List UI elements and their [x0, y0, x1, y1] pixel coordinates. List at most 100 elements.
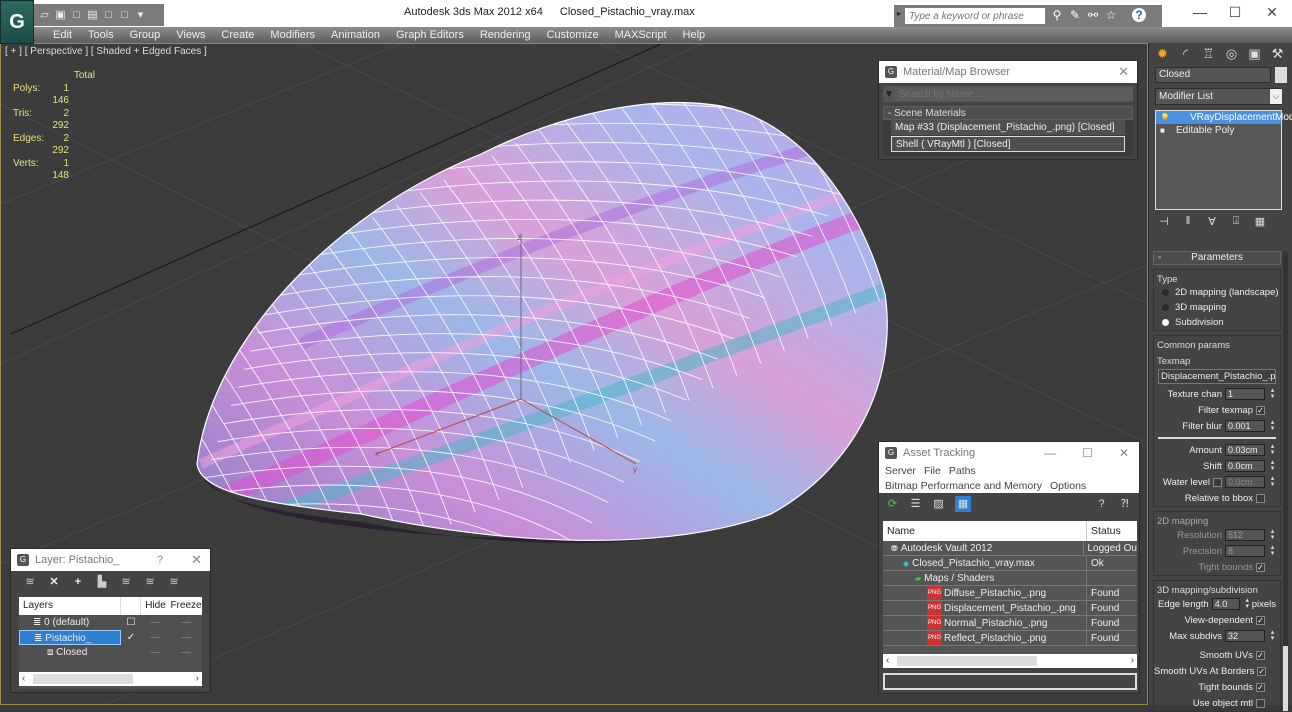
modify-tab-icon[interactable]: ◜ [1175, 45, 1196, 63]
precision-input[interactable]: 8 [1225, 545, 1265, 557]
object-name-field[interactable]: Closed [1155, 67, 1271, 83]
help-icon[interactable]: ? [1095, 498, 1108, 511]
close-icon[interactable]: ✕ [191, 552, 202, 568]
new-layer-icon[interactable]: ≋ [23, 575, 37, 589]
tight-bounds-3d-checkbox[interactable] [1256, 682, 1265, 692]
spinner[interactable]: ▴ ▾ [1269, 475, 1276, 488]
material-item[interactable]: Shell ( VRayMtl ) [Closed] [891, 136, 1125, 152]
layer-dialog-header[interactable]: G Layer: Pistachio_ ? ✕ [11, 549, 210, 571]
asset-row[interactable]: ⛃ Autodesk Vault 2012 Logged Ou [883, 541, 1137, 556]
hierarchy-tab-icon[interactable]: ♖ [1198, 45, 1219, 63]
add-to-layer-icon[interactable]: + [71, 575, 85, 589]
open-icon[interactable]: ▱ [38, 9, 51, 22]
display-tab-icon[interactable]: ▣ [1244, 45, 1265, 63]
menu-edit[interactable]: Edit [45, 27, 80, 43]
asset-row[interactable]: PNG Normal_Pistachio_.png Found [883, 616, 1137, 631]
radio-3d-mapping[interactable]: 3D mapping [1154, 300, 1280, 315]
chevron-down-icon[interactable]: ⌵ [1270, 89, 1282, 104]
stack-item[interactable]: 💡 VRayDisplacementMod [1156, 111, 1292, 124]
refresh-icon[interactable]: ⟳ [886, 498, 899, 511]
use-object-mtl-checkbox[interactable] [1256, 698, 1265, 708]
spinner[interactable]: ▴ ▾ [1269, 419, 1276, 432]
hide-toggle[interactable]: ― [141, 645, 170, 660]
highlight-layer-icon[interactable]: ≋ [119, 575, 133, 589]
close-button[interactable]: ✕ [1257, 4, 1287, 22]
shift-input[interactable]: 0.0cm [1225, 460, 1265, 472]
configure-sets-icon[interactable]: ▦ [1253, 215, 1267, 229]
pin-stack-icon[interactable]: ⊣ [1157, 215, 1171, 229]
layer-name-cell[interactable]: ⧈ Closed [19, 645, 121, 660]
remove-modifier-icon[interactable]: ⍗ [1229, 215, 1243, 229]
spinner[interactable]: ▴ ▾ [1269, 544, 1276, 557]
app-logo-button[interactable]: G [0, 0, 34, 44]
smooth-uvs-checkbox[interactable] [1256, 650, 1265, 660]
options-triangle-icon[interactable]: ▼ [883, 89, 895, 100]
new-icon[interactable]: □ [70, 9, 83, 22]
scrollbar-thumb[interactable] [33, 674, 133, 684]
maximize-button[interactable]: ☐ [1082, 446, 1093, 460]
spinner[interactable]: ▴ ▾ [1269, 443, 1276, 456]
water-level-checkbox[interactable] [1213, 477, 1222, 487]
texmap-button[interactable]: Displacement_Pistachio_.png) [1158, 369, 1276, 384]
asset-row[interactable]: ◆ Closed_Pistachio_vray.max Ok [883, 556, 1137, 571]
help-button[interactable]: ? [157, 554, 163, 566]
menu-bitmap-performance[interactable]: Bitmap Performance and Memory [885, 479, 1042, 494]
stack-item[interactable]: ■ Editable Poly [1156, 124, 1281, 137]
freeze-toggle[interactable]: ― [170, 645, 202, 660]
material-browser-header[interactable]: G Material/Map Browser ✕ [879, 61, 1137, 83]
hide-toggle[interactable]: ― [141, 615, 170, 630]
freeze-all-icon[interactable]: ≋ [167, 575, 181, 589]
texture-chan-input[interactable]: 1 [1225, 388, 1265, 400]
help-icon[interactable]: ? [1132, 8, 1146, 22]
minimize-button[interactable]: — [1044, 446, 1056, 460]
scroll-right-icon[interactable]: › [196, 672, 199, 686]
thumbnail-view-icon[interactable]: ▨ [932, 498, 945, 511]
column-name[interactable]: Name [883, 521, 1087, 541]
window-icon[interactable]: □ [102, 9, 115, 22]
command-panel-scrollbar[interactable] [1283, 251, 1288, 711]
scrollbar-thumb[interactable] [1283, 646, 1288, 711]
radio-2d-mapping[interactable]: 2D mapping (landscape) [1154, 285, 1280, 300]
material-search-input[interactable] [895, 87, 1133, 101]
wrench-icon[interactable]: ✎ [1068, 8, 1082, 22]
close-icon[interactable]: ✕ [1118, 64, 1129, 80]
make-unique-icon[interactable]: ∀ [1205, 215, 1219, 229]
scroll-right-icon[interactable]: › [1131, 654, 1134, 668]
asset-row[interactable]: PNG Reflect_Pistachio_.png Found [883, 631, 1137, 646]
hide-toggle[interactable]: ― [141, 630, 170, 645]
column-freeze[interactable]: Freeze [170, 597, 202, 615]
object-color-swatch[interactable] [1275, 67, 1287, 83]
context-help-icon[interactable]: ⁈ [1118, 498, 1131, 511]
menu-modifiers[interactable]: Modifiers [262, 27, 323, 43]
star-icon[interactable]: ☆ [1104, 8, 1118, 22]
column-current[interactable] [121, 597, 141, 615]
menu-file[interactable]: File [924, 464, 941, 479]
water-level-input[interactable]: 0.0cm [1225, 476, 1265, 488]
scene-materials-group[interactable]: - Scene Materials [883, 106, 1133, 120]
menu-server[interactable]: Server [885, 464, 916, 479]
smooth-uvs-borders-checkbox[interactable] [1257, 666, 1267, 676]
maximize-button[interactable]: ☐ [1220, 4, 1250, 22]
menu-views[interactable]: Views [168, 27, 213, 43]
list-view-icon[interactable]: ☰ [909, 498, 922, 511]
dropdown-icon[interactable]: ▾ [134, 9, 147, 22]
close-button[interactable]: ✕ [1119, 446, 1129, 460]
layer-row[interactable]: ≣ 0 (default) ☐ ― ― [19, 615, 202, 630]
menu-animation[interactable]: Animation [323, 27, 388, 43]
minimize-button[interactable]: — [1185, 4, 1215, 22]
select-objects-icon[interactable]: ▙ [95, 575, 109, 589]
show-end-result-icon[interactable]: ‖ [1181, 215, 1195, 229]
layer-row[interactable]: ≣ Pistachio_ ✓ ― ― [19, 630, 202, 645]
radio-subdivision[interactable]: Subdivision [1154, 315, 1280, 330]
motion-tab-icon[interactable]: ◎ [1221, 45, 1242, 63]
freeze-toggle[interactable]: ― [170, 615, 202, 630]
asset-horizontal-scrollbar[interactable]: ‹ › [883, 654, 1137, 668]
binoculars-icon[interactable]: ⚲ [1050, 8, 1064, 22]
parameters-header[interactable]: - Parameters [1153, 251, 1281, 265]
satellite-icon[interactable]: ⚯ [1086, 8, 1100, 22]
menu-maxscript[interactable]: MAXScript [607, 27, 675, 43]
menu-group[interactable]: Group [122, 27, 169, 43]
utilities-tab-icon[interactable]: ⚒ [1267, 45, 1288, 63]
create-tab-icon[interactable]: ✹ [1152, 45, 1173, 63]
current-layer-toggle[interactable] [121, 645, 141, 660]
